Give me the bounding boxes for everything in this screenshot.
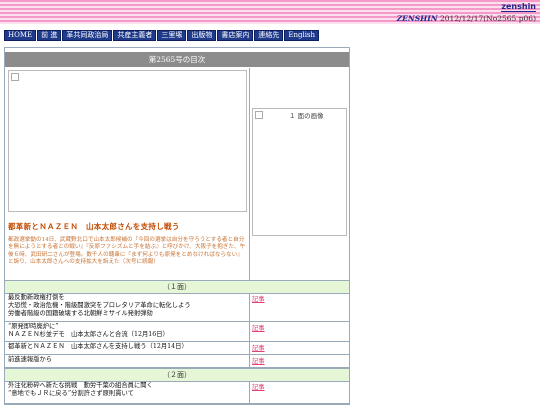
nav-item-publications[interactable]: 出版物 (187, 30, 217, 41)
row-text[interactable]: 最反動新政権打倒を 大恐慌・政治危機・階級闘激突をプロレタリア革命に転化しよう … (8, 294, 246, 317)
row-line: 大恐慌・政治危機・階級闘激突をプロレタリア革命に転化しよう (8, 301, 191, 309)
row-text[interactable]: 外注化粉砕へ新たな挑戦 動労千葉の組合員に聞く “意地でもＪＲに戻る”分割許さず… (8, 382, 246, 398)
row-text[interactable]: 前進速報版から (8, 356, 246, 364)
row-line: 外注化粉砕へ新たな挑戦 動労千葉の組合員に聞く (8, 382, 153, 389)
nav-item-politburo[interactable]: 革共同政治局 (62, 30, 113, 41)
table-row: 都革新とＮＡＺＥＮ 山本太郎さんを支持し戦う（12月14日） 記事 (5, 342, 349, 355)
header-banner: zenshin ZENSHIN 2012/12/17(No2565 p06) (0, 0, 540, 24)
broken-image-icon (255, 111, 263, 119)
issue-prefix: ZENSHIN (396, 14, 438, 23)
table-row: “原発即時廃炉に” ＮＡＺＥＮ杉並デモ 山本太郎さんと合流（12月16日） 記事 (5, 322, 349, 342)
side-panel: １ 面の画像 (250, 68, 349, 280)
broken-image-icon (11, 73, 19, 81)
nav-item-sanrizuka[interactable]: 三里塚 (157, 30, 187, 41)
row-line: 労働者階級の国籍破壊する北朝鮮ミサイル発射弾劾 (8, 309, 153, 317)
nav-item-zenshin[interactable]: 前 進 (37, 30, 62, 41)
toc-heading: 第2565号の目次 (5, 52, 349, 67)
table-row: 前進速報版から 記事 (5, 355, 349, 368)
lead-title[interactable]: 都革新とＮＡＺＥＮ 山本太郎さんを支持し戦う (8, 221, 180, 232)
issue-info: ZENSHIN 2012/12/17(No2565 p06) (397, 14, 536, 23)
section-header-page1: （１面） (5, 280, 349, 294)
article-link[interactable]: 記事 (252, 294, 265, 303)
nav-item-contact[interactable]: 連絡先 (254, 30, 284, 41)
issue-date: 2012/12/17(No2565 p06) (440, 14, 536, 23)
side-image: １ 面の画像 (252, 108, 347, 236)
lead-image (8, 70, 247, 212)
article-link[interactable]: 記事 (252, 356, 265, 365)
nav-item-home[interactable]: HOME (4, 30, 37, 41)
row-line: 最反動新政権打倒を (8, 294, 65, 301)
lead-article: 都革新とＮＡＺＥＮ 山本太郎さんを支持し戦う 都政選挙動の14日、武蔵野北口で山… (5, 68, 250, 280)
row-text[interactable]: “原発即時廃炉に” ＮＡＺＥＮ杉並デモ 山本太郎さんと合流（12月16日） (8, 323, 246, 339)
row-line: “意地でもＪＲに戻る”分割許さず原則貫いて (8, 389, 134, 397)
main-nav: HOME 前 進 革共同政治局 共産主義者 三里塚 出版物 書店案内 連絡先 E… (4, 30, 320, 41)
brand-logo[interactable]: zenshin (501, 2, 536, 12)
nav-item-communist[interactable]: 共産主義者 (113, 30, 157, 41)
article-link[interactable]: 記事 (252, 382, 265, 391)
row-text[interactable]: 都革新とＮＡＺＥＮ 山本太郎さんを支持し戦う（12月14日） (8, 343, 246, 351)
section-header-page2: （２面） (5, 368, 349, 382)
table-row: 外注化粉砕へ新たな挑戦 動労千葉の組合員に聞く “意地でもＪＲに戻る”分割許さず… (5, 381, 349, 404)
article-link[interactable]: 記事 (252, 343, 265, 352)
lead-body: 都政選挙動の14日、武蔵野北口で山本太郎候補の『今回の選挙は自分を守ろうとする者… (8, 237, 246, 266)
table-row: 最反動新政権打倒を 大恐慌・政治危機・階級闘激突をプロレタリア革命に転化しよう … (5, 293, 349, 322)
side-image-caption: １ 面の画像 (289, 112, 324, 120)
row-line: “原発即時廃炉に” (8, 323, 59, 330)
nav-item-english[interactable]: English (284, 30, 320, 41)
article-link[interactable]: 記事 (252, 323, 265, 332)
nav-item-bookstores[interactable]: 書店案内 (217, 30, 254, 41)
row-line: 前進速報版から (8, 356, 53, 363)
row-line: 都革新とＮＡＺＥＮ 山本太郎さんを支持し戦う（12月14日） (8, 343, 188, 350)
row-line: ＮＡＺＥＮ杉並デモ 山本太郎さんと合流（12月16日） (8, 330, 169, 338)
